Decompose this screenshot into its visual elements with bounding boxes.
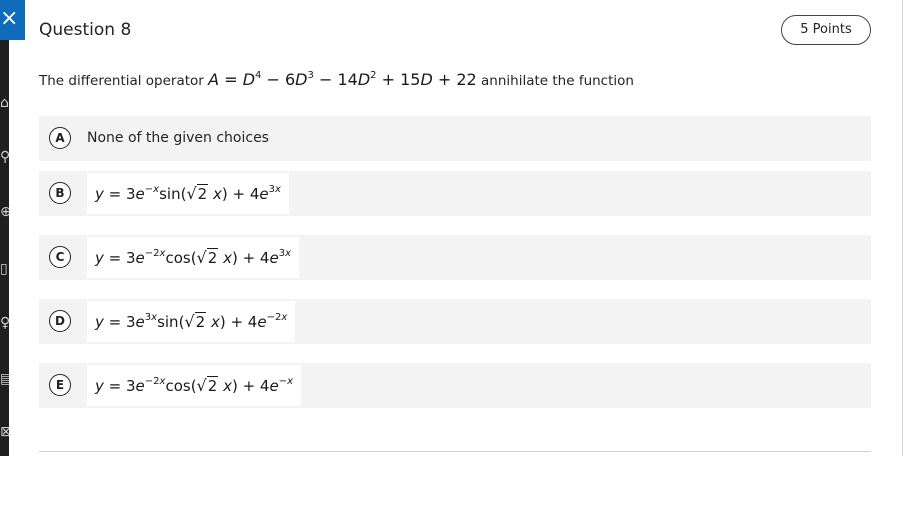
home-icon[interactable]: ⌂ [0, 96, 9, 110]
question-title: Question 8 [39, 20, 132, 40]
search-icon[interactable]: ⚲ [0, 150, 9, 164]
calendar-icon[interactable]: ▤ [0, 372, 9, 386]
globe-icon[interactable]: ⊕ [0, 205, 9, 219]
choice-d[interactable]: D y = 3e3xsin(√2 x) + 4e−2x [39, 299, 871, 344]
choice-letter-badge: C [49, 246, 71, 268]
document-icon[interactable]: ▯ [0, 262, 9, 276]
section-divider [39, 451, 871, 452]
close-button[interactable]: × [0, 0, 25, 40]
prompt-prefix: The differential operator [39, 73, 204, 89]
points-badge: 5 Points [781, 15, 871, 45]
choice-formula: y = 3e−2xcos(√2 x) + 4e3x [87, 237, 299, 278]
choice-letter-badge: B [49, 182, 71, 204]
choice-letter-badge: A [49, 127, 71, 149]
close-icon: × [0, 6, 19, 31]
prompt-suffix: annihilate the function [481, 73, 634, 89]
choice-text: None of the given choices [87, 130, 269, 146]
choice-formula: y = 3e−2xcos(√2 x) + 4e−x [87, 365, 302, 406]
choice-e[interactable]: E y = 3e−2xcos(√2 x) + 4e−x [39, 363, 871, 408]
operator-equation: A = D4 − 6D3 − 14D2 + 15D + 22 [208, 70, 477, 89]
choice-a[interactable]: A None of the given choices [39, 116, 871, 161]
choice-formula: y = 3e3xsin(√2 x) + 4e−2x [87, 301, 296, 342]
question-prompt: The differential operator A = D4 − 6D3 −… [39, 70, 634, 89]
choice-b[interactable]: B y = 3e−xsin(√2 x) + 4e3x [39, 171, 871, 216]
choice-c[interactable]: C y = 3e−2xcos(√2 x) + 4e3x [39, 235, 871, 280]
left-app-strip: ⌂ ⚲ ⊕ ▯ ♀ ▤ ⊠ [0, 0, 9, 456]
choice-letter-badge: D [49, 310, 71, 332]
image-icon[interactable]: ⊠ [0, 425, 9, 439]
choice-formula: y = 3e−xsin(√2 x) + 4e3x [87, 173, 289, 214]
scroll-edge [902, 0, 903, 456]
choice-letter-badge: E [49, 374, 71, 396]
person-icon[interactable]: ♀ [0, 316, 9, 330]
